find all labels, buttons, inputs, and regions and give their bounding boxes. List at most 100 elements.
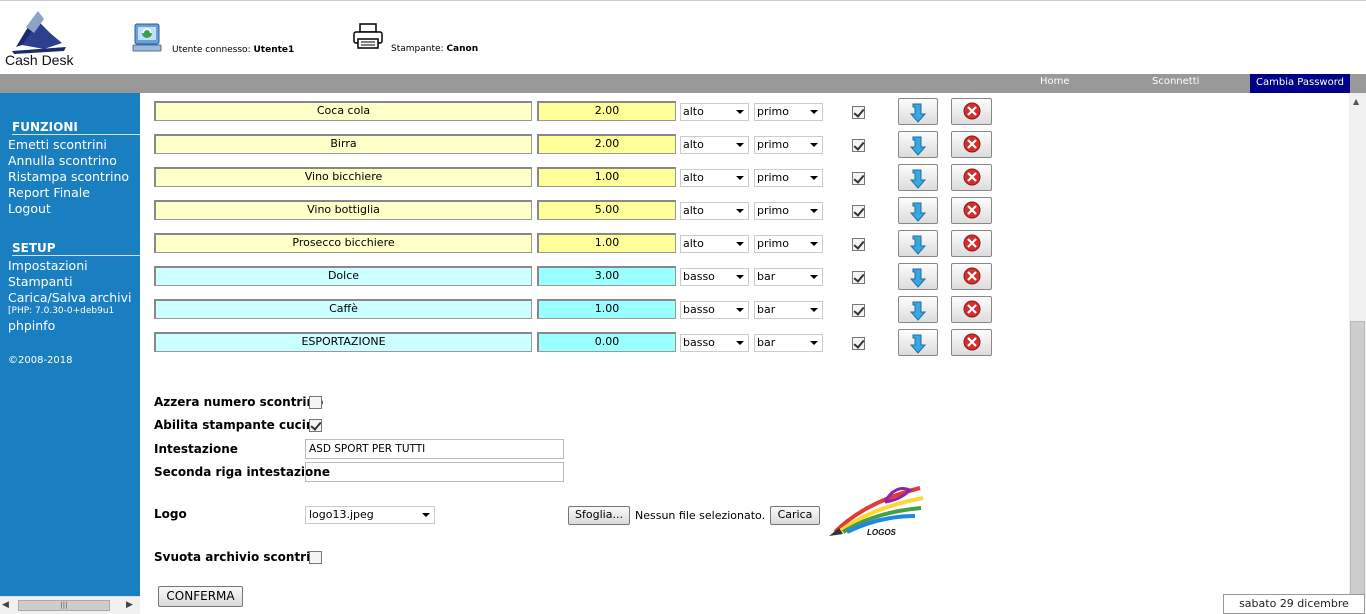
scroll-up-arrow-icon[interactable]: ▲ [1353,97,1359,106]
delete-button[interactable] [951,164,992,191]
sidebar-item-reprint-receipt[interactable]: Ristampa scontrino [8,169,129,184]
product-name-field[interactable]: Caffè [154,299,532,319]
delete-button[interactable] [951,296,992,323]
product-course-select[interactable]: bar [754,334,823,352]
sidebar-item-final-report[interactable]: Report Finale [8,185,90,200]
product-course-select[interactable]: primo [754,103,823,121]
product-course-select[interactable]: bar [754,301,823,319]
scroll-right-arrow-icon[interactable]: ▶ [126,600,133,610]
move-down-button[interactable] [898,98,938,125]
scrollbar-thumb[interactable]: ||| [18,600,110,611]
delete-button[interactable] [951,131,992,158]
upload-button[interactable]: Carica [770,506,820,525]
logo-preview-image: LOGOS [825,482,925,540]
product-level-value: alto [683,105,704,118]
product-enabled-checkbox[interactable] [852,139,865,152]
product-price-field[interactable]: 2.00 [537,101,676,121]
product-level-select[interactable]: alto [680,235,749,253]
delete-button[interactable] [951,263,992,290]
date-display: sabato 29 dicembre 2018 [1223,594,1365,614]
nav-disconnect-link[interactable]: Sconnetti [1152,76,1199,87]
sidebar-item-cancel-receipt[interactable]: Annulla scontrino [8,153,117,168]
chevron-down-icon [736,110,744,114]
move-down-button[interactable] [898,131,938,158]
empty-archive-checkbox[interactable] [309,551,322,564]
product-price-field[interactable]: 0.00 [537,332,676,352]
move-down-button[interactable] [898,296,938,323]
product-enabled-checkbox[interactable] [852,304,865,317]
product-price-field[interactable]: 2.00 [537,134,676,154]
product-name-field[interactable]: Vino bottiglia [154,200,532,220]
sidebar-item-emit-receipts[interactable]: Emetti scontrini [8,137,107,152]
sidebar-horizontal-scrollbar[interactable]: ◀ ||| ▶ [0,596,140,614]
sidebar-item-printers[interactable]: Stampanti [8,274,73,289]
product-enabled-checkbox[interactable] [852,337,865,350]
kitchen-printer-checkbox[interactable] [309,419,322,432]
product-level-select[interactable]: alto [680,202,749,220]
nav-home-link[interactable]: Home [1040,76,1070,87]
product-course-value: bar [757,270,776,283]
product-level-select[interactable]: alto [680,136,749,154]
product-name-field[interactable]: Vino bicchiere [154,167,532,187]
product-price-field[interactable]: 1.00 [537,167,676,187]
top-navbar: Home Sconnetti Cambia Password [0,74,1366,93]
main-vertical-scrollbar[interactable]: ▲ [1349,93,1366,596]
delete-button[interactable] [951,197,992,224]
header-input[interactable]: ASD SPORT PER TUTTI [305,439,564,459]
delete-button[interactable] [951,329,992,356]
browse-button[interactable]: Sfoglia... [568,506,630,525]
sidebar-item-load-save-archives[interactable]: Carica/Salva archivi [8,290,132,305]
product-name-field[interactable]: Birra [154,134,532,154]
product-course-value: primo [757,237,790,250]
product-course-value: bar [757,303,776,316]
product-name-field[interactable]: Dolce [154,266,532,286]
product-course-select[interactable]: primo [754,235,823,253]
move-down-button[interactable] [898,164,938,191]
delete-icon [963,201,981,219]
delete-button[interactable] [951,98,992,125]
product-course-select[interactable]: primo [754,169,823,187]
product-name-field[interactable]: ESPORTAZIONE [154,332,532,352]
product-level-value: basso [683,336,715,349]
move-down-button[interactable] [898,263,938,290]
sidebar-item-settings[interactable]: Impostazioni [8,258,88,273]
product-level-select[interactable]: alto [680,103,749,121]
product-price-field[interactable]: 1.00 [537,233,676,253]
product-course-value: primo [757,171,790,184]
sidebar-item-phpinfo[interactable]: phpinfo [8,318,55,333]
product-level-select[interactable]: basso [680,268,749,286]
delete-button[interactable] [951,230,992,257]
move-down-button[interactable] [898,329,938,356]
product-price-field[interactable]: 5.00 [537,200,676,220]
nav-change-password-link[interactable]: Cambia Password [1250,74,1350,93]
move-down-button[interactable] [898,230,938,257]
product-course-value: primo [757,105,790,118]
move-down-button[interactable] [898,197,938,224]
product-enabled-checkbox[interactable] [852,205,865,218]
header2-input[interactable] [305,462,564,482]
scroll-left-arrow-icon[interactable]: ◀ [2,600,9,610]
product-price-field[interactable]: 1.00 [537,299,676,319]
reset-receipt-checkbox[interactable] [309,396,322,409]
product-name-field[interactable]: Prosecco bicchiere [154,233,532,253]
product-name-field[interactable]: Coca cola [154,101,532,121]
product-course-select[interactable]: primo [754,202,823,220]
vertical-scrollbar-thumb[interactable] [1350,321,1365,596]
product-enabled-checkbox[interactable] [852,238,865,251]
product-level-select[interactable]: alto [680,169,749,187]
product-row: Caffè 1.00 basso bar [153,296,1003,323]
confirm-button[interactable]: CONFERMA [158,586,243,607]
logo-select-value: logo13.jpeg [309,508,374,521]
product-course-select[interactable]: bar [754,268,823,286]
product-course-select[interactable]: primo [754,136,823,154]
no-file-selected: Nessun file selezionato. [635,509,766,522]
product-price-field[interactable]: 3.00 [537,266,676,286]
product-level-value: alto [683,171,704,184]
product-enabled-checkbox[interactable] [852,106,865,119]
product-enabled-checkbox[interactable] [852,271,865,284]
product-enabled-checkbox[interactable] [852,172,865,185]
logo-select[interactable]: logo13.jpeg [305,506,435,524]
sidebar-item-logout[interactable]: Logout [8,201,51,216]
product-level-select[interactable]: basso [680,301,749,319]
product-level-select[interactable]: basso [680,334,749,352]
